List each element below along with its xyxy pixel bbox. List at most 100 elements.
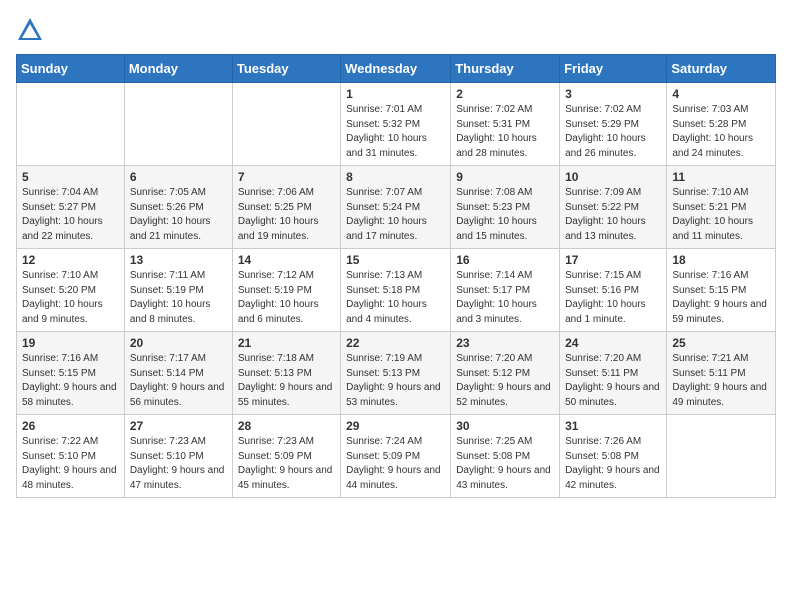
calendar-cell: 5 Sunrise: 7:04 AM Sunset: 5:27 PM Daylig… bbox=[17, 166, 125, 249]
calendar-cell: 12 Sunrise: 7:10 AM Sunset: 5:20 PM Dayli… bbox=[17, 249, 125, 332]
calendar-header-row: SundayMondayTuesdayWednesdayThursdayFrid… bbox=[17, 55, 776, 83]
day-info: Sunrise: 7:13 AM Sunset: 5:18 PM Dayligh… bbox=[346, 269, 445, 327]
calendar-cell bbox=[17, 83, 125, 166]
day-number: 5 bbox=[22, 170, 119, 184]
page-header bbox=[16, 16, 776, 44]
day-of-week-header: Saturday bbox=[667, 55, 776, 83]
day-of-week-header: Friday bbox=[560, 55, 667, 83]
calendar-cell: 28 Sunrise: 7:23 AM Sunset: 5:09 PM Dayli… bbox=[232, 415, 340, 498]
calendar-cell: 18 Sunrise: 7:16 AM Sunset: 5:15 PM Dayli… bbox=[667, 249, 776, 332]
day-info: Sunrise: 7:11 AM Sunset: 5:19 PM Dayligh… bbox=[130, 269, 227, 327]
calendar-cell: 1Sunrise: 7:01 AM Sunset: 5:32 PM Daylig… bbox=[341, 83, 451, 166]
day-info: Sunrise: 7:14 AM Sunset: 5:17 PM Dayligh… bbox=[456, 269, 554, 327]
day-info: Sunrise: 7:10 AM Sunset: 5:20 PM Dayligh… bbox=[22, 269, 119, 327]
calendar-cell: 15 Sunrise: 7:13 AM Sunset: 5:18 PM Dayli… bbox=[341, 249, 451, 332]
day-number: 12 bbox=[22, 253, 119, 267]
calendar-cell: 23Sunrise: 7:20 AM Sunset: 5:12 PM Dayli… bbox=[451, 332, 560, 415]
calendar-cell bbox=[232, 83, 340, 166]
day-info: Sunrise: 7:12 AM Sunset: 5:19 PM Dayligh… bbox=[238, 269, 335, 327]
calendar-cell: 7Sunrise: 7:06 AM Sunset: 5:25 PM Daylig… bbox=[232, 166, 340, 249]
day-number: 20 bbox=[130, 336, 227, 350]
calendar-week-row: 26 Sunrise: 7:22 AM Sunset: 5:10 PM Dayli… bbox=[17, 415, 776, 498]
logo-icon bbox=[16, 16, 44, 44]
day-of-week-header: Monday bbox=[124, 55, 232, 83]
calendar-cell: 29Sunrise: 7:24 AM Sunset: 5:09 PM Dayli… bbox=[341, 415, 451, 498]
day-info: Sunrise: 7:02 AM Sunset: 5:29 PM Dayligh… bbox=[565, 103, 661, 161]
calendar-cell: 9Sunrise: 7:08 AM Sunset: 5:23 PM Daylig… bbox=[451, 166, 560, 249]
day-info: Sunrise: 7:23 AM Sunset: 5:10 PM Dayligh… bbox=[130, 435, 227, 493]
day-info: Sunrise: 7:21 AM Sunset: 5:11 PM Dayligh… bbox=[672, 352, 770, 410]
calendar-cell: 22 Sunrise: 7:19 AM Sunset: 5:13 PM Dayli… bbox=[341, 332, 451, 415]
day-number: 17 bbox=[565, 253, 661, 267]
calendar-week-row: 12 Sunrise: 7:10 AM Sunset: 5:20 PM Dayli… bbox=[17, 249, 776, 332]
day-info: Sunrise: 7:18 AM Sunset: 5:13 PM Dayligh… bbox=[238, 352, 335, 410]
day-number: 3 bbox=[565, 87, 661, 101]
day-number: 9 bbox=[456, 170, 554, 184]
day-number: 6 bbox=[130, 170, 227, 184]
calendar-cell: 11 Sunrise: 7:10 AM Sunset: 5:21 PM Dayli… bbox=[667, 166, 776, 249]
day-number: 4 bbox=[672, 87, 770, 101]
day-info: Sunrise: 7:23 AM Sunset: 5:09 PM Dayligh… bbox=[238, 435, 335, 493]
day-info: Sunrise: 7:17 AM Sunset: 5:14 PM Dayligh… bbox=[130, 352, 227, 410]
day-info: Sunrise: 7:20 AM Sunset: 5:12 PM Dayligh… bbox=[456, 352, 554, 410]
day-number: 19 bbox=[22, 336, 119, 350]
calendar-cell: 4Sunrise: 7:03 AM Sunset: 5:28 PM Daylig… bbox=[667, 83, 776, 166]
day-number: 8 bbox=[346, 170, 445, 184]
day-info: Sunrise: 7:02 AM Sunset: 5:31 PM Dayligh… bbox=[456, 103, 554, 161]
day-number: 30 bbox=[456, 419, 554, 433]
calendar-cell: 31 Sunrise: 7:26 AM Sunset: 5:08 PM Dayli… bbox=[560, 415, 667, 498]
day-number: 10 bbox=[565, 170, 661, 184]
day-info: Sunrise: 7:15 AM Sunset: 5:16 PM Dayligh… bbox=[565, 269, 661, 327]
day-info: Sunrise: 7:22 AM Sunset: 5:10 PM Dayligh… bbox=[22, 435, 119, 493]
calendar-cell: 16 Sunrise: 7:14 AM Sunset: 5:17 PM Dayli… bbox=[451, 249, 560, 332]
calendar-cell: 27 Sunrise: 7:23 AM Sunset: 5:10 PM Dayli… bbox=[124, 415, 232, 498]
day-info: Sunrise: 7:24 AM Sunset: 5:09 PM Dayligh… bbox=[346, 435, 445, 493]
calendar-cell: 26 Sunrise: 7:22 AM Sunset: 5:10 PM Dayli… bbox=[17, 415, 125, 498]
day-number: 25 bbox=[672, 336, 770, 350]
calendar-cell: 6Sunrise: 7:05 AM Sunset: 5:26 PM Daylig… bbox=[124, 166, 232, 249]
day-of-week-header: Sunday bbox=[17, 55, 125, 83]
day-info: Sunrise: 7:26 AM Sunset: 5:08 PM Dayligh… bbox=[565, 435, 661, 493]
day-info: Sunrise: 7:16 AM Sunset: 5:15 PM Dayligh… bbox=[672, 269, 770, 327]
day-info: Sunrise: 7:16 AM Sunset: 5:15 PM Dayligh… bbox=[22, 352, 119, 410]
day-info: Sunrise: 7:06 AM Sunset: 5:25 PM Dayligh… bbox=[238, 186, 335, 244]
day-info: Sunrise: 7:10 AM Sunset: 5:21 PM Dayligh… bbox=[672, 186, 770, 244]
day-of-week-header: Thursday bbox=[451, 55, 560, 83]
day-number: 28 bbox=[238, 419, 335, 433]
calendar-cell: 2Sunrise: 7:02 AM Sunset: 5:31 PM Daylig… bbox=[451, 83, 560, 166]
calendar-cell bbox=[124, 83, 232, 166]
day-number: 31 bbox=[565, 419, 661, 433]
day-number: 22 bbox=[346, 336, 445, 350]
calendar-cell: 10 Sunrise: 7:09 AM Sunset: 5:22 PM Dayli… bbox=[560, 166, 667, 249]
day-number: 11 bbox=[672, 170, 770, 184]
day-info: Sunrise: 7:09 AM Sunset: 5:22 PM Dayligh… bbox=[565, 186, 661, 244]
day-number: 24 bbox=[565, 336, 661, 350]
calendar-week-row: 1Sunrise: 7:01 AM Sunset: 5:32 PM Daylig… bbox=[17, 83, 776, 166]
calendar-cell: 30 Sunrise: 7:25 AM Sunset: 5:08 PM Dayli… bbox=[451, 415, 560, 498]
calendar-cell: 21 Sunrise: 7:18 AM Sunset: 5:13 PM Dayli… bbox=[232, 332, 340, 415]
calendar-cell: 17 Sunrise: 7:15 AM Sunset: 5:16 PM Dayli… bbox=[560, 249, 667, 332]
day-number: 21 bbox=[238, 336, 335, 350]
day-info: Sunrise: 7:20 AM Sunset: 5:11 PM Dayligh… bbox=[565, 352, 661, 410]
day-info: Sunrise: 7:07 AM Sunset: 5:24 PM Dayligh… bbox=[346, 186, 445, 244]
calendar-cell: 25 Sunrise: 7:21 AM Sunset: 5:11 PM Dayli… bbox=[667, 332, 776, 415]
calendar-cell bbox=[667, 415, 776, 498]
calendar-week-row: 19 Sunrise: 7:16 AM Sunset: 5:15 PM Dayli… bbox=[17, 332, 776, 415]
calendar-cell: 14Sunrise: 7:12 AM Sunset: 5:19 PM Dayli… bbox=[232, 249, 340, 332]
calendar-table: SundayMondayTuesdayWednesdayThursdayFrid… bbox=[16, 54, 776, 498]
day-number: 27 bbox=[130, 419, 227, 433]
day-number: 13 bbox=[130, 253, 227, 267]
day-number: 18 bbox=[672, 253, 770, 267]
day-number: 16 bbox=[456, 253, 554, 267]
day-info: Sunrise: 7:25 AM Sunset: 5:08 PM Dayligh… bbox=[456, 435, 554, 493]
logo bbox=[16, 16, 48, 44]
calendar-cell: 3 Sunrise: 7:02 AM Sunset: 5:29 PM Daylig… bbox=[560, 83, 667, 166]
calendar-cell: 20 Sunrise: 7:17 AM Sunset: 5:14 PM Dayli… bbox=[124, 332, 232, 415]
day-info: Sunrise: 7:04 AM Sunset: 5:27 PM Dayligh… bbox=[22, 186, 119, 244]
day-of-week-header: Tuesday bbox=[232, 55, 340, 83]
calendar-cell: 8 Sunrise: 7:07 AM Sunset: 5:24 PM Daylig… bbox=[341, 166, 451, 249]
day-info: Sunrise: 7:19 AM Sunset: 5:13 PM Dayligh… bbox=[346, 352, 445, 410]
day-number: 26 bbox=[22, 419, 119, 433]
calendar-cell: 24 Sunrise: 7:20 AM Sunset: 5:11 PM Dayli… bbox=[560, 332, 667, 415]
day-number: 15 bbox=[346, 253, 445, 267]
